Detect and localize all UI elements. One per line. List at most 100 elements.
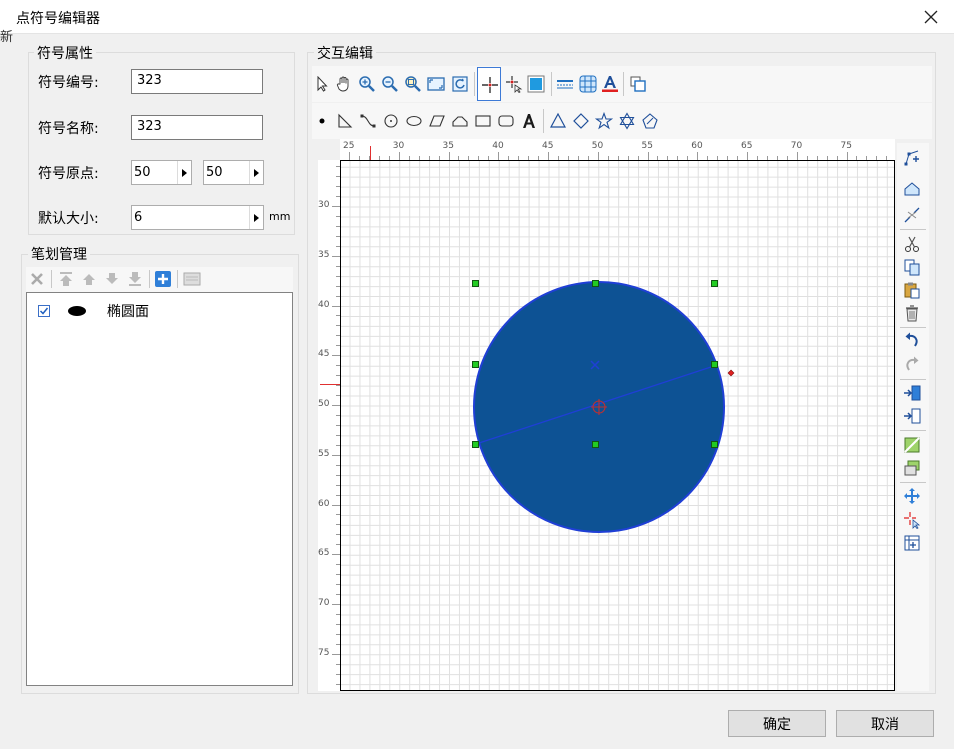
- toolbar-separator: [900, 229, 926, 230]
- bring-to-front-icon: [630, 76, 646, 92]
- ruler-tick: [448, 152, 450, 160]
- stroke-properties-button[interactable]: [182, 269, 202, 289]
- import-button[interactable]: [902, 383, 922, 403]
- reshape-button[interactable]: [902, 179, 922, 199]
- pan-tool-button[interactable]: [334, 74, 354, 94]
- add-stroke-button[interactable]: [153, 269, 173, 289]
- text-icon: [523, 114, 535, 128]
- zoom-in-button[interactable]: [357, 74, 377, 94]
- list-item[interactable]: 椭圆面: [27, 299, 292, 321]
- ruler-label: 45: [318, 349, 330, 360]
- delete-stroke-button[interactable]: [27, 269, 47, 289]
- crosshair-icon: [482, 77, 498, 93]
- polygon-shape-button[interactable]: [640, 111, 660, 131]
- stroke-list[interactable]: 椭圆面: [26, 292, 293, 686]
- ruler-label: 25: [343, 141, 355, 151]
- delete-button[interactable]: [902, 303, 922, 323]
- fill-color-icon: [527, 75, 545, 93]
- bring-to-front-button[interactable]: [628, 74, 648, 94]
- ruler-tick: [498, 152, 500, 160]
- polyline-icon: [338, 113, 353, 128]
- rounded-rect-shape-button[interactable]: [496, 111, 516, 131]
- handle[interactable]: [472, 280, 479, 287]
- handle[interactable]: [592, 280, 599, 287]
- point-shape-button[interactable]: [312, 111, 332, 131]
- rectangle-shape-button[interactable]: [473, 111, 493, 131]
- export-icon: [904, 408, 921, 424]
- bezier-shape-button[interactable]: [358, 111, 378, 131]
- close-button[interactable]: [914, 2, 948, 32]
- refresh-button[interactable]: [450, 74, 470, 94]
- undo-button[interactable]: [902, 331, 922, 351]
- text-shape-button[interactable]: [519, 111, 539, 131]
- arrow-up-icon: [83, 274, 95, 285]
- redo-button[interactable]: [902, 355, 922, 375]
- fill-color-button[interactable]: [526, 74, 546, 94]
- move-down-button[interactable]: [102, 269, 122, 289]
- origin-x-arrow-button[interactable]: [177, 161, 191, 184]
- polyline-shape-button[interactable]: [335, 111, 355, 131]
- line-style-button[interactable]: [555, 74, 575, 94]
- hexagram-shape-button[interactable]: [617, 111, 637, 131]
- copy-button[interactable]: [902, 257, 922, 277]
- origin-y-stepper[interactable]: 50: [203, 160, 264, 185]
- move-button[interactable]: [902, 486, 922, 506]
- text-color-button[interactable]: [600, 74, 620, 94]
- export-button[interactable]: [902, 406, 922, 426]
- default-size-arrow-button[interactable]: [249, 206, 263, 229]
- ellipse-shape-button[interactable]: [404, 111, 424, 131]
- triangle-shape-button[interactable]: [548, 111, 568, 131]
- origin-x-stepper[interactable]: 50: [131, 160, 192, 185]
- ruler-label: 50: [318, 399, 330, 409]
- move-top-button[interactable]: [56, 269, 76, 289]
- toolbar-separator: [900, 379, 926, 380]
- full-extent-button[interactable]: [426, 74, 446, 94]
- diamond-shape-button[interactable]: [571, 111, 591, 131]
- split-button[interactable]: [902, 205, 922, 225]
- zoom-window-button[interactable]: [403, 74, 423, 94]
- handle[interactable]: [592, 441, 599, 448]
- handle[interactable]: [711, 361, 718, 368]
- move-bottom-button[interactable]: [125, 269, 145, 289]
- undo-icon: [905, 332, 918, 347]
- symbol-number-input[interactable]: 323: [131, 69, 263, 94]
- move-up-button[interactable]: [79, 269, 99, 289]
- toolbar-separator: [177, 270, 178, 288]
- canvas-svg[interactable]: [341, 161, 895, 691]
- handle[interactable]: [472, 361, 479, 368]
- cut-button[interactable]: [902, 234, 922, 254]
- ruler-tick: [332, 355, 340, 357]
- rotate-handle[interactable]: [727, 369, 735, 377]
- set-origin-button[interactable]: [902, 510, 922, 530]
- checkbox-checked-icon[interactable]: [38, 305, 50, 317]
- ruler-top: 25 30 35 40 45 50 55 60 65 70 75: [340, 139, 895, 160]
- snap-button[interactable]: [902, 533, 922, 553]
- symbol-number-label: 符号编号:: [38, 75, 99, 91]
- move-bottom-icon: [129, 272, 141, 286]
- cancel-button[interactable]: 取消: [836, 710, 934, 737]
- origin-y-arrow-button[interactable]: [249, 161, 263, 184]
- grid-button[interactable]: [578, 74, 598, 94]
- handle[interactable]: [711, 280, 718, 287]
- drawing-canvas[interactable]: [340, 160, 895, 691]
- add-point-button[interactable]: [504, 74, 524, 94]
- layer-button[interactable]: [902, 458, 922, 478]
- circle-shape-button[interactable]: [381, 111, 401, 131]
- edit-vertex-button[interactable]: [477, 67, 501, 101]
- symbol-name-input[interactable]: 323: [131, 115, 263, 140]
- select-tool-button[interactable]: [312, 74, 332, 94]
- add-vertex-button[interactable]: [902, 147, 922, 167]
- arch-shape-button[interactable]: [450, 111, 470, 131]
- parallelogram-shape-button[interactable]: [427, 111, 447, 131]
- default-size-value: 6: [134, 210, 143, 225]
- zoom-out-button[interactable]: [380, 74, 400, 94]
- star-shape-button[interactable]: [594, 111, 614, 131]
- handle[interactable]: [711, 441, 718, 448]
- handle[interactable]: [472, 441, 479, 448]
- paste-button[interactable]: [902, 280, 922, 300]
- symbol-properties-title: 符号属性: [34, 43, 96, 63]
- fill-pattern-button[interactable]: [902, 435, 922, 455]
- trash-icon: [906, 305, 918, 322]
- default-size-stepper[interactable]: 6: [131, 205, 264, 230]
- ok-button[interactable]: 确定: [728, 710, 826, 737]
